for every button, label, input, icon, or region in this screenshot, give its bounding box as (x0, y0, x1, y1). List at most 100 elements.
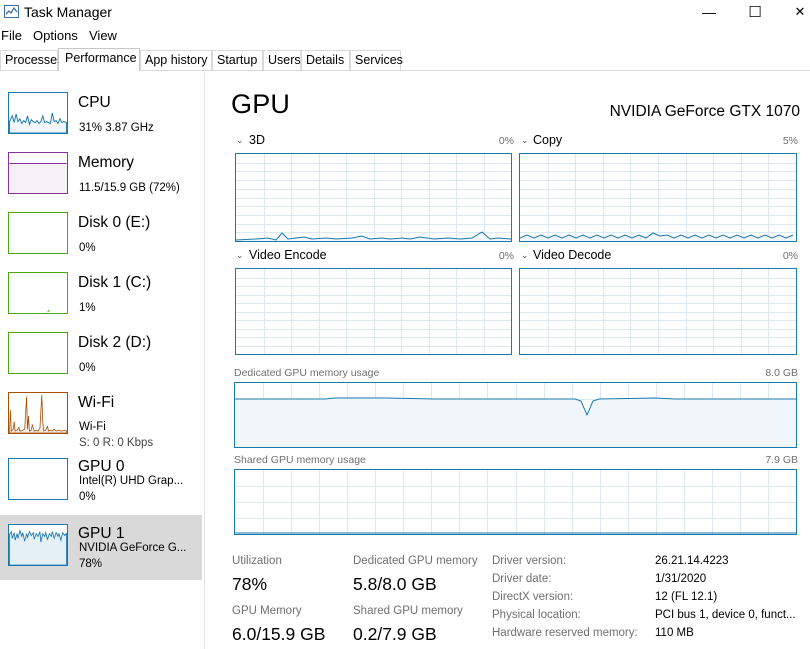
gpu-memory-label: GPU Memory (232, 605, 302, 617)
sidebar-item-disk-0[interactable]: Disk 0 (E:) 0% (0, 204, 202, 264)
engine-3d-plot (236, 154, 511, 241)
sidebar-item-title: CPU (78, 94, 111, 111)
minimize-button[interactable]: — (686, 0, 732, 24)
sidebar-item-detail: 11.5/15.9 GB (72%) (79, 182, 180, 194)
sidebar-item-title: Disk 0 (E:) (78, 214, 151, 231)
shared-memory-stat-label: Shared GPU memory (353, 605, 463, 617)
gpu-memory-value: 6.0/15.9 GB (232, 624, 326, 644)
menu-file[interactable]: File (1, 28, 22, 43)
hardware-reserved-memory-label: Hardware reserved memory: (492, 627, 638, 639)
directx-version-label: DirectX version: (492, 591, 574, 603)
chevron-down-icon[interactable]: ⌄ (236, 250, 244, 261)
sidebar-item-title: GPU 0 (78, 458, 125, 475)
wifi-thumbnail-graph (8, 392, 68, 434)
menu-view[interactable]: View (89, 28, 117, 43)
engine-copy-percent: 5% (782, 135, 798, 147)
engine-video-encode-selector[interactable]: Video Encode (249, 248, 327, 262)
driver-version-value: 26.21.14.4223 (655, 555, 729, 567)
sidebar-item-title: Disk 1 (C:) (78, 274, 152, 291)
sidebar-item-detail: Intel(R) UHD Grap... (79, 475, 184, 487)
shared-memory-label: Shared GPU memory usage (234, 454, 366, 466)
gpu-1-thumbnail-graph (8, 524, 68, 566)
tab-users[interactable]: Users (263, 50, 301, 70)
sidebar-item-cpu[interactable]: CPU 31% 3.87 GHz (0, 84, 202, 144)
sidebar-item-wifi[interactable]: Wi-Fi Wi-Fi S: 0 R: 0 Kbps (0, 384, 202, 449)
dedicated-memory-label: Dedicated GPU memory usage (234, 367, 380, 379)
gpu-0-thumbnail-graph (8, 458, 68, 500)
sidebar-item-title: GPU 1 (78, 525, 125, 542)
engine-3d-graph (235, 153, 512, 242)
title-bar: Task Manager — ☐ ✕ (0, 0, 810, 26)
sidebar-item-title: Wi-Fi (78, 394, 115, 411)
dedicated-memory-max: 8.0 GB (765, 367, 798, 379)
sidebar-item-detail: NVIDIA GeForce G... (79, 542, 187, 554)
sidebar-item-disk-1[interactable]: Disk 1 (C:) 1% (0, 264, 202, 324)
dedicated-memory-area (235, 398, 796, 447)
driver-version-label: Driver version: (492, 555, 567, 567)
tab-performance[interactable]: Performance (58, 48, 140, 71)
engine-video-encode-graph (235, 268, 512, 355)
maximize-button[interactable]: ☐ (732, 0, 778, 24)
engine-copy-selector[interactable]: Copy (533, 133, 562, 147)
tab-app-history[interactable]: App history (140, 50, 212, 70)
sidebar-item-detail: 0% (79, 362, 96, 374)
sidebar-item-gpu-0[interactable]: GPU 0 Intel(R) UHD Grap... 0% (0, 448, 202, 512)
chevron-down-icon[interactable]: ⌄ (521, 135, 529, 146)
sidebar-item-disk-2[interactable]: Disk 2 (D:) 0% (0, 324, 202, 384)
menu-options[interactable]: Options (33, 28, 78, 43)
sidebar-item-percent: 78% (79, 558, 103, 570)
hardware-reserved-memory-value: 110 MB (655, 627, 694, 639)
dedicated-memory-stat-value: 5.8/8.0 GB (353, 574, 437, 594)
driver-date-label: Driver date: (492, 573, 552, 585)
tab-bar: Processes Performance App history Startu… (0, 48, 810, 71)
engine-copy-graph (519, 153, 797, 242)
close-button[interactable]: ✕ (777, 0, 810, 24)
engine-3d-area (236, 232, 511, 241)
engine-video-decode-selector[interactable]: Video Decode (533, 248, 611, 262)
engine-3d-selector[interactable]: 3D (249, 133, 265, 147)
window-title: Task Manager (24, 4, 112, 20)
sidebar-item-memory[interactable]: Memory 11.5/15.9 GB (72%) (0, 144, 202, 204)
cpu-thumbnail-graph (8, 92, 68, 134)
sidebar-item-detail: 0% (79, 242, 96, 254)
disk-1-thumbnail-graph (8, 272, 68, 314)
sidebar-item-detail: Wi-Fi (79, 421, 106, 433)
menu-bar: File Options View (0, 26, 810, 46)
dedicated-memory-stat-label: Dedicated GPU memory (353, 555, 478, 567)
shared-memory-stat-value: 0.2/7.9 GB (353, 624, 437, 644)
shared-memory-plot (235, 470, 796, 534)
sidebar-item-detail: 31% 3.87 GHz (79, 122, 154, 134)
sidebar-item-title: Disk 2 (D:) (78, 334, 152, 351)
engine-3d-percent: 0% (498, 135, 514, 147)
disk-0-thumbnail-graph (8, 212, 68, 254)
physical-location-label: Physical location: (492, 609, 581, 621)
dedicated-memory-plot (235, 383, 796, 447)
engine-video-decode-percent: 0% (782, 250, 798, 262)
page-title: GPU (231, 89, 291, 119)
tab-processes[interactable]: Processes (0, 50, 63, 70)
utilization-label: Utilization (232, 555, 282, 567)
tab-services[interactable]: Services (350, 50, 403, 70)
directx-version-value: 12 (FL 12.1) (655, 591, 718, 603)
tab-details[interactable]: Details (301, 50, 350, 70)
physical-location-value: PCI bus 1, device 0, funct... (655, 609, 796, 621)
engine-video-encode-percent: 0% (498, 250, 514, 262)
chevron-down-icon[interactable]: ⌄ (521, 250, 529, 261)
gpu-model-name: NVIDIA GeForce GTX 1070 (609, 103, 800, 120)
engine-video-decode-graph (519, 268, 797, 355)
sidebar-item-gpu-1[interactable]: GPU 1 NVIDIA GeForce G... 78% (0, 515, 202, 580)
dedicated-memory-graph (234, 382, 797, 448)
driver-date-value: 1/31/2020 (655, 573, 707, 585)
memory-thumbnail-graph (8, 152, 68, 194)
sidebar-item-detail: 1% (79, 302, 96, 314)
shared-memory-graph (234, 469, 797, 535)
engine-video-encode-plot (236, 269, 511, 354)
chevron-down-icon[interactable]: ⌄ (236, 135, 244, 146)
sidebar-item-percent: 0% (79, 491, 96, 503)
shared-memory-max: 7.9 GB (765, 454, 798, 466)
utilization-value: 78% (232, 574, 268, 594)
task-manager-icon (4, 5, 19, 18)
engine-video-decode-plot (520, 269, 796, 354)
sidebar-item-title: Memory (78, 154, 134, 171)
tab-startup[interactable]: Startup (212, 50, 263, 70)
